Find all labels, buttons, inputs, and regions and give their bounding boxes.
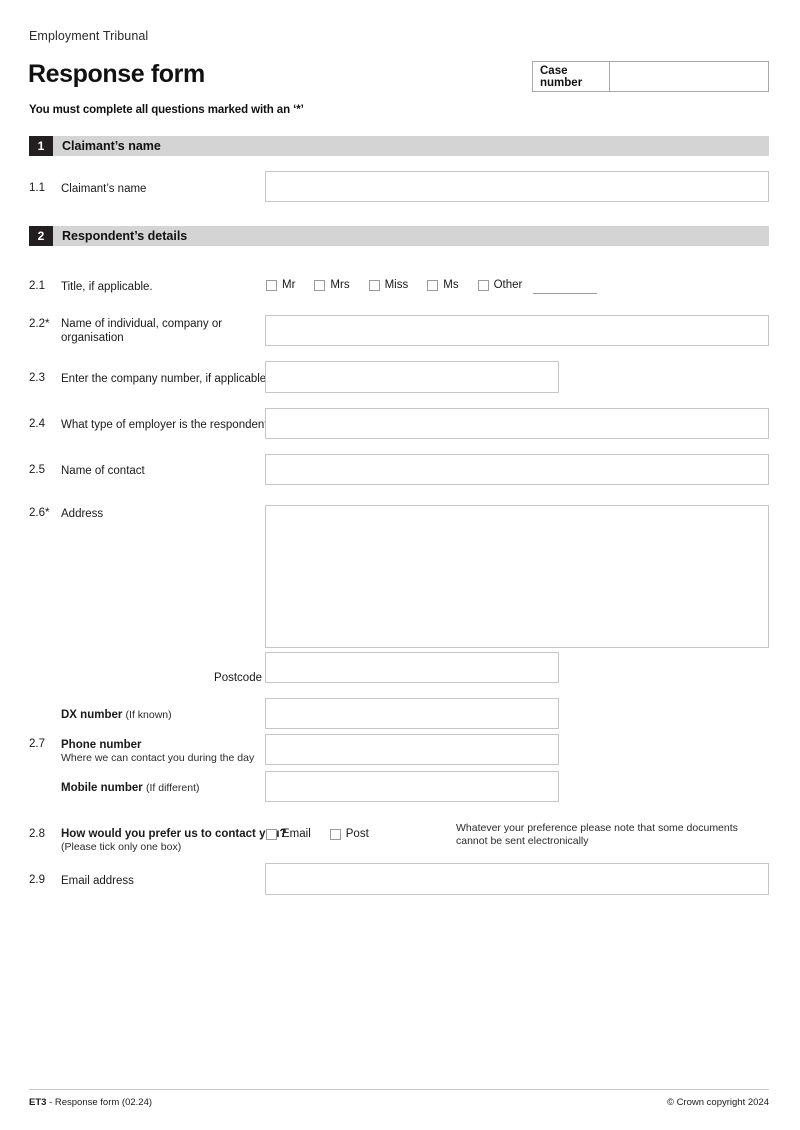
question-number-2-1: 2.1 [29, 280, 45, 292]
phone-number-label-sub: Where we can contact you during the day [61, 752, 255, 764]
checkbox-label: Mrs [330, 279, 350, 291]
checkbox-icon[interactable] [329, 828, 341, 840]
contact-preference-label-sub: (Please tick only one box) [61, 841, 182, 853]
respondent-name-input[interactable] [265, 315, 769, 346]
dx-number-label-text: DX number [61, 709, 123, 721]
section-title: Claimant’s name [53, 136, 769, 156]
checkbox-option-email[interactable]: Email [266, 828, 330, 840]
checkbox-label: Mr [282, 279, 296, 291]
question-label-2-2: Name of individual, company or organisat… [61, 317, 222, 345]
postcode-label: Postcode [214, 672, 262, 684]
organisation-label: Employment Tribunal [29, 29, 149, 43]
dx-number-label: DX number (If known) [61, 708, 172, 722]
employer-type-input[interactable] [265, 408, 769, 439]
page-title: Response form [28, 60, 205, 88]
question-label-2-2-line2: organisation [61, 332, 124, 344]
contact-preference-label-text: How would you prefer us to contact you? [61, 828, 287, 840]
section-title: Respondent’s details [53, 226, 769, 246]
checkbox-option-mrs[interactable]: Mrs [314, 279, 368, 291]
question-number-2-2: 2.2* [29, 318, 50, 330]
claimant-name-input[interactable] [265, 171, 769, 202]
question-label-2-4: What type of employer is the respondent? [61, 419, 274, 431]
address-textarea[interactable] [265, 505, 769, 648]
footer-divider [29, 1089, 769, 1090]
dx-number-label-note: (If known) [125, 709, 172, 721]
checkbox-icon[interactable] [266, 828, 277, 840]
title-other-write-in[interactable] [533, 293, 597, 294]
question-label-2-2-line1: Name of individual, company or [61, 318, 223, 330]
checkbox-icon[interactable] [368, 279, 380, 291]
section-header-respondents-details: 2 Respondent’s details [29, 226, 769, 246]
checkbox-label: Post [345, 828, 369, 840]
question-label-1-1: Claimant’s name [61, 183, 147, 195]
contact-name-input[interactable] [265, 454, 769, 485]
case-number-label: Case number [533, 62, 610, 91]
question-number-2-7: 2.7 [29, 738, 45, 750]
postcode-input[interactable] [265, 652, 559, 683]
contact-preference-label: How would you prefer us to contact you? … [61, 827, 287, 854]
checkbox-label: Ms [443, 279, 459, 291]
contact-preference-note-line2: cannot be sent electronically [456, 835, 589, 847]
phone-number-input[interactable] [265, 734, 559, 765]
checkbox-icon[interactable] [427, 279, 439, 291]
footer-form-reference: ET3 - Response form (02.24) [29, 1097, 152, 1108]
checkbox-option-miss[interactable]: Miss [368, 279, 428, 291]
mobile-number-label-text: Mobile number [61, 782, 143, 794]
checkbox-option-mr[interactable]: Mr [266, 279, 314, 291]
question-label-2-9: Email address [61, 875, 134, 887]
question-number-1-1: 1.1 [29, 182, 45, 194]
footer-form-name: - Response form (02.24) [46, 1097, 153, 1108]
section-number: 2 [29, 226, 53, 246]
checkbox-option-other[interactable]: Other [477, 279, 542, 291]
checkbox-icon[interactable] [266, 279, 277, 291]
checkbox-label: Email [282, 828, 311, 840]
mobile-number-input[interactable] [265, 771, 559, 802]
et3-response-form-page: Employment Tribunal Response form You mu… [0, 0, 800, 1130]
phone-number-label-text: Phone number [61, 739, 142, 751]
phone-number-label: Phone number Where we can contact you du… [61, 738, 254, 765]
question-number-2-5: 2.5 [29, 464, 45, 476]
dx-number-input[interactable] [265, 698, 559, 729]
question-number-2-6: 2.6* [29, 507, 50, 519]
checkbox-option-post[interactable]: Post [329, 828, 388, 840]
contact-preference-note-line1: Whatever your preference please note tha… [456, 822, 738, 834]
footer-copyright: © Crown copyright 2024 [666, 1097, 769, 1108]
question-number-2-8: 2.8 [29, 828, 45, 840]
question-number-2-9: 2.9 [29, 874, 45, 886]
section-number: 1 [29, 136, 53, 156]
mobile-number-label: Mobile number (If different) [61, 781, 199, 795]
question-label-2-1: Title, if applicable. [61, 281, 153, 293]
checkbox-icon[interactable] [477, 279, 489, 291]
section-header-claimants-name: 1 Claimant’s name [29, 136, 769, 156]
contact-preference-note: Whatever your preference please note tha… [456, 822, 776, 848]
case-number-input[interactable] [610, 62, 768, 91]
checkbox-icon[interactable] [314, 279, 326, 291]
email-address-input[interactable] [265, 863, 769, 895]
footer-form-code: ET3 [29, 1097, 47, 1108]
company-number-input[interactable] [265, 361, 559, 393]
checkbox-label: Other [493, 279, 523, 291]
question-number-2-4: 2.4 [29, 418, 45, 430]
checkbox-label: Miss [384, 279, 409, 291]
contact-preference-checkbox-group: Email Post [266, 828, 388, 840]
question-label-2-6: Address [61, 508, 104, 520]
question-label-2-5: Name of contact [61, 465, 145, 477]
mobile-number-label-note: (If different) [145, 782, 200, 794]
checkbox-option-ms[interactable]: Ms [427, 279, 477, 291]
title-checkbox-group: Mr Mrs Miss Ms Other [266, 279, 541, 291]
question-label-2-3: Enter the company number, if applicable. [61, 373, 270, 385]
case-number-box: Case number [532, 61, 769, 92]
required-fields-instruction: You must complete all questions marked w… [29, 104, 304, 116]
question-number-2-3: 2.3 [29, 372, 45, 384]
